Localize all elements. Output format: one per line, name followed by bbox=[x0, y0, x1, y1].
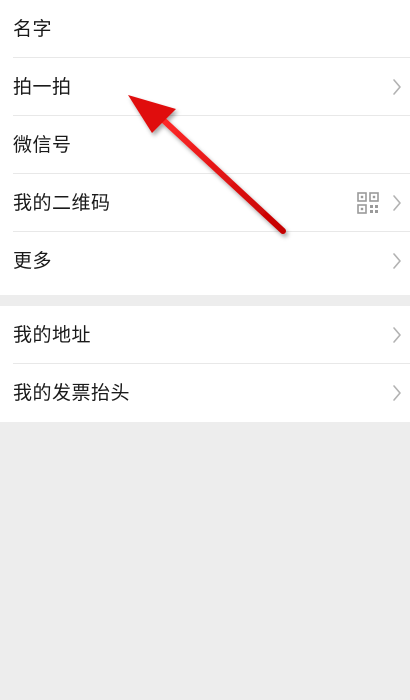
chevron-right-icon bbox=[393, 385, 401, 401]
address-invoice-group: 我的地址 我的发票抬头 bbox=[0, 306, 410, 422]
row-my-qr-code[interactable]: 我的二维码 bbox=[0, 174, 410, 232]
qr-code-icon bbox=[357, 192, 379, 214]
row-my-address[interactable]: 我的地址 bbox=[0, 306, 410, 364]
row-my-address-label: 我的地址 bbox=[13, 323, 92, 346]
row-pat-pat-label: 拍一拍 bbox=[13, 75, 72, 98]
row-my-invoice-title-label: 我的发票抬头 bbox=[13, 381, 131, 404]
row-more[interactable]: 更多 bbox=[0, 232, 410, 290]
profile-settings-group: 名字 拍一拍 微信号 我的二维码 更多 bbox=[0, 0, 410, 295]
row-wechat-id[interactable]: 微信号 bbox=[0, 116, 410, 174]
row-my-qr-code-label: 我的二维码 bbox=[13, 191, 111, 214]
row-pat-pat[interactable]: 拍一拍 bbox=[0, 58, 410, 116]
chevron-right-icon bbox=[393, 253, 401, 269]
chevron-right-icon bbox=[393, 79, 401, 95]
chevron-right-icon bbox=[393, 195, 401, 211]
chevron-right-icon bbox=[393, 327, 401, 343]
row-my-invoice-title[interactable]: 我的发票抬头 bbox=[0, 364, 410, 422]
row-name-label: 名字 bbox=[13, 17, 53, 40]
row-more-label: 更多 bbox=[13, 249, 53, 272]
row-wechat-id-label: 微信号 bbox=[13, 133, 72, 156]
row-name[interactable]: 名字 bbox=[0, 0, 410, 58]
